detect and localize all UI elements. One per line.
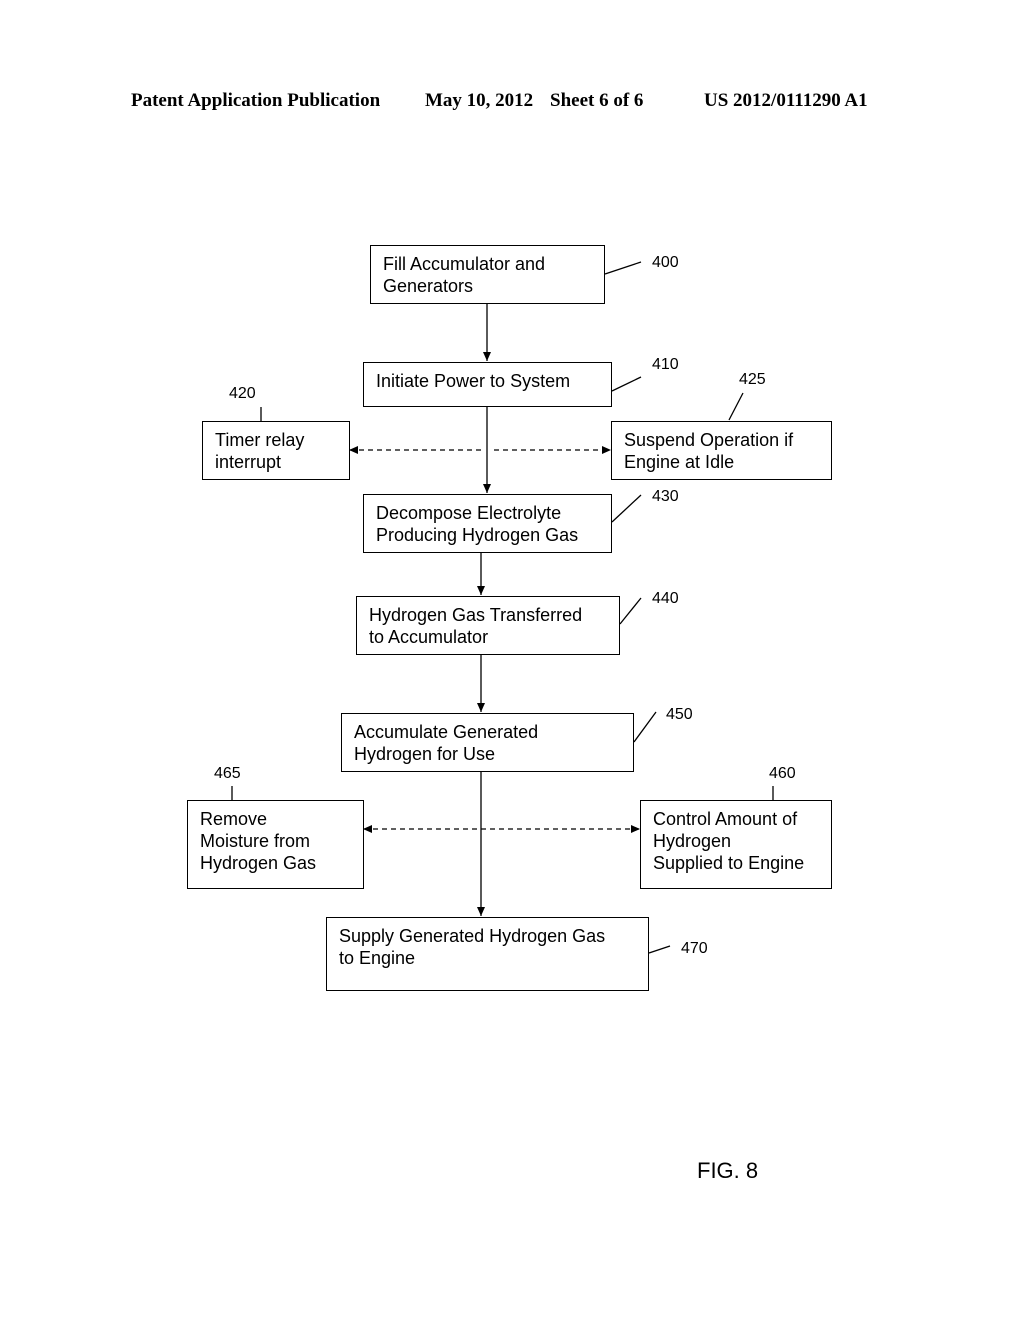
step-430-line-2: Producing Hydrogen Gas: [376, 525, 579, 545]
ref-460: 460: [769, 765, 796, 782]
step-420-box: Timer relay interrupt: [202, 421, 350, 480]
step-450-line-1: Accumulate Generated: [354, 722, 539, 742]
step-465-line-3: Hydrogen Gas: [200, 853, 317, 873]
step-440-box: Hydrogen Gas Transferred to Accumulator: [356, 596, 620, 655]
step-420-line-1: Timer relay: [215, 430, 305, 450]
leader-450: [633, 711, 657, 743]
step-400-line-1: Fill Accumulator and: [383, 254, 546, 274]
step-465-box: Remove Moisture from Hydrogen Gas: [187, 800, 364, 889]
connectors: [231, 261, 774, 954]
ref-470: 470: [681, 940, 708, 957]
step-460-line-2: Hydrogen: [653, 831, 732, 851]
ref-425: 425: [739, 371, 766, 388]
leader-425: [728, 392, 744, 421]
step-425-line-2: Engine at Idle: [624, 452, 735, 472]
leader-400: [604, 261, 642, 275]
step-465-line-2: Moisture from: [200, 831, 311, 851]
ref-400: 400: [652, 254, 679, 271]
leader-470: [648, 945, 671, 954]
step-470-line-2: to Engine: [339, 948, 416, 968]
figure-label: FIG. 8: [697, 1158, 759, 1183]
step-470-line-1: Supply Generated Hydrogen Gas: [339, 926, 606, 946]
ref-440: 440: [652, 590, 679, 607]
step-460-line-1: Control Amount of: [653, 809, 798, 829]
leader-440: [619, 597, 642, 625]
step-450-box: Accumulate Generated Hydrogen for Use: [341, 713, 634, 772]
step-400-box: Fill Accumulator and Generators: [370, 245, 605, 304]
step-430-box: Decompose Electrolyte Producing Hydrogen…: [363, 494, 612, 553]
leader-410: [611, 376, 642, 392]
leader-430: [611, 494, 642, 523]
step-440-line-1: Hydrogen Gas Transferred: [369, 605, 583, 625]
step-460-line-3: Supplied to Engine: [653, 853, 805, 873]
step-440-line-2: to Accumulator: [369, 627, 489, 647]
step-430-line-1: Decompose Electrolyte: [376, 503, 562, 523]
step-465-line-1: Remove: [200, 809, 268, 829]
step-450-line-2: Hydrogen for Use: [354, 744, 496, 764]
ref-420: 420: [229, 385, 256, 402]
step-420-line-2: interrupt: [215, 452, 282, 472]
ref-430: 430: [652, 488, 679, 505]
ref-465: 465: [214, 765, 241, 782]
ref-410: 410: [652, 356, 679, 373]
step-470-box: Supply Generated Hydrogen Gas to Engine: [326, 917, 649, 991]
step-410-line-1: Initiate Power to System: [376, 371, 571, 391]
step-425-line-1: Suspend Operation if: [624, 430, 794, 450]
step-460-box: Control Amount of Hydrogen Supplied to E…: [640, 800, 832, 889]
ref-450: 450: [666, 706, 693, 723]
step-425-box: Suspend Operation if Engine at Idle: [611, 421, 832, 480]
step-410-box: Initiate Power to System: [363, 362, 612, 407]
step-400-line-2: Generators: [383, 276, 474, 296]
